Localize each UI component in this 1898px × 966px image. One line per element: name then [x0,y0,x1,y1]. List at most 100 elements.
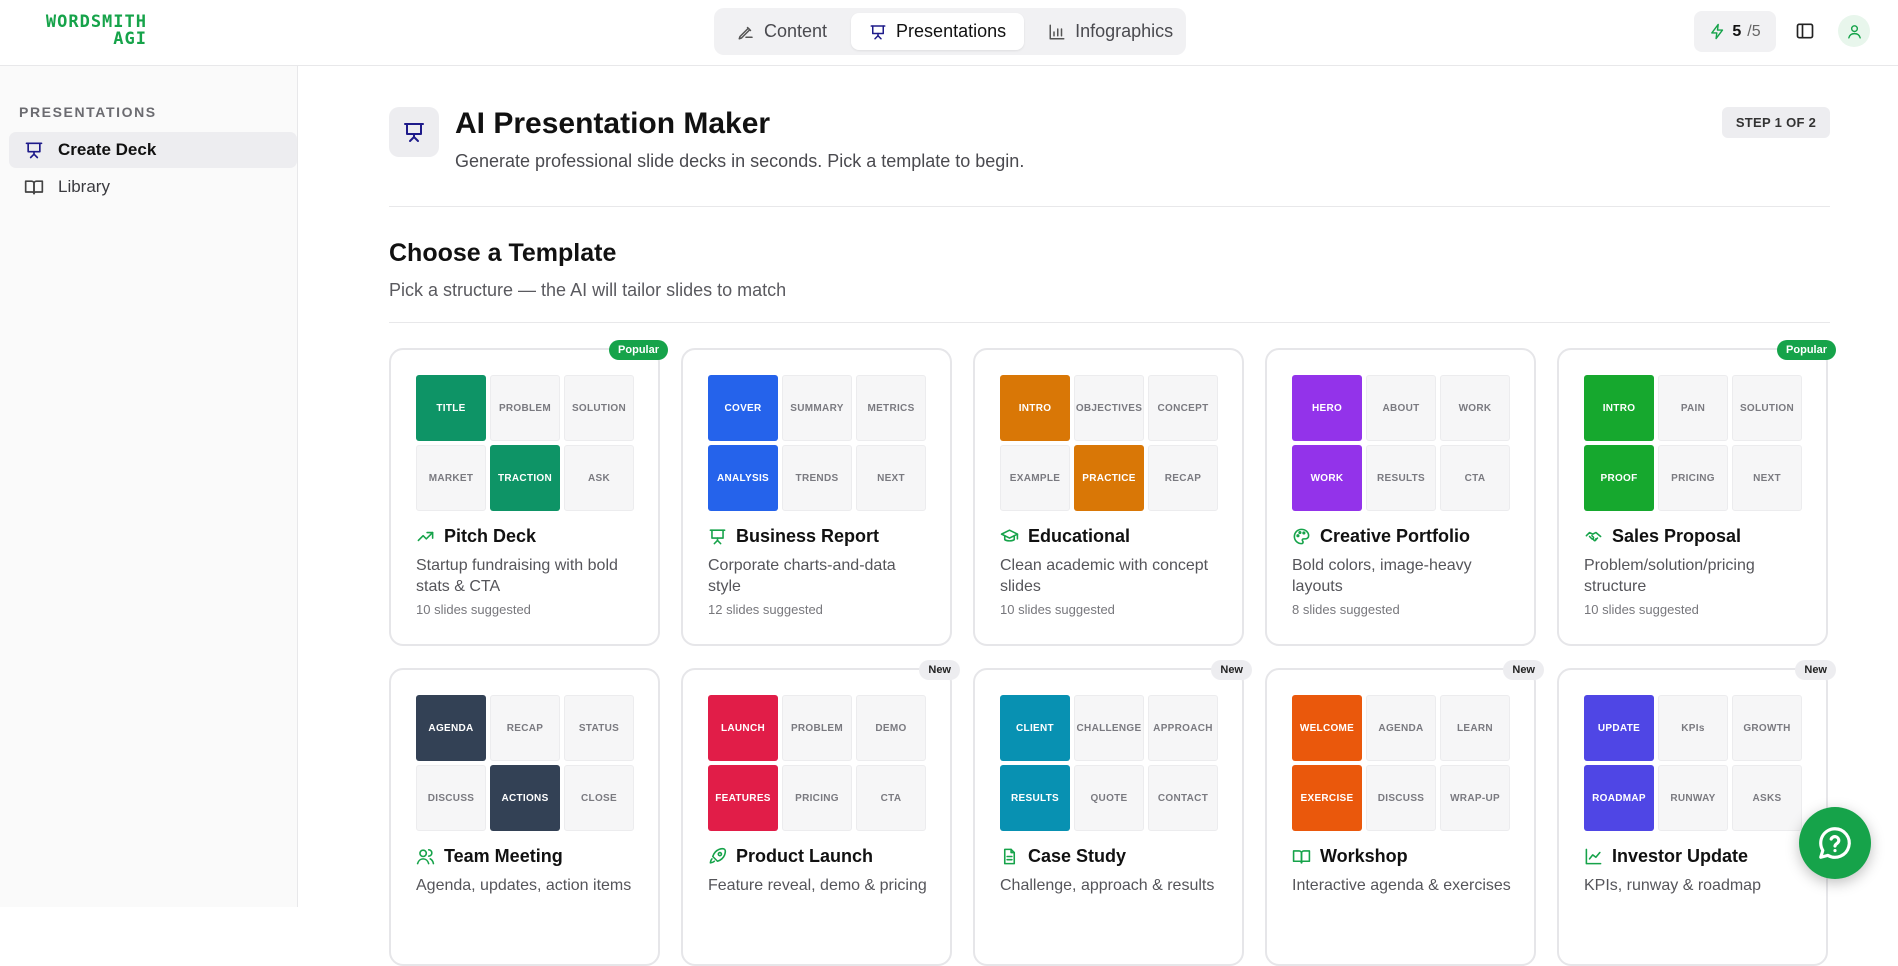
preview-slide-cell: SUMMARY [782,375,852,441]
preview-slide-cell: UPDATE [1584,695,1654,761]
sidebar-panel-icon [1796,23,1814,39]
preview-slide-cell: GROWTH [1732,695,1802,761]
template-card[interactable]: Popular TITLE PROBLEM SOLUTION MARKET TRACTIO… [389,340,668,646]
template-description: Agenda, updates, action items [416,877,632,894]
trending-up-icon [417,531,434,542]
credits-badge[interactable]: 5 /5 [1694,11,1776,52]
template-name: Educational [1028,526,1131,546]
template-preview-grid: TITLE PROBLEM SOLUTION MARKET TRACTION ASK [416,375,635,511]
preview-slide-cell: CONTACT [1148,765,1218,831]
template-title: Sales Proposal [1584,526,1741,547]
template-card[interactable]: INTRO OBJECTIVES CONCEPT EXAMPLE PRACTICE REC… [973,348,1244,646]
preview-slide-cell: ASK [564,445,634,511]
book-icon [1292,850,1311,864]
section-title: Choose a Template [389,239,617,267]
template-slide-count: 12 slides suggested [708,602,823,617]
template-card[interactable]: New LAUNCH PROBLEM DEMO FEATURES PRICING CTA Pr… [681,660,960,966]
preview-slide-cell: TITLE [416,375,486,441]
preview-slide-cell: CHALLENGE [1074,695,1144,761]
template-title: Business Report [708,526,879,547]
tab-label: Presentations [896,21,1007,41]
header-icon-box [389,107,439,157]
preview-slide-cell: RECAP [1148,445,1218,511]
template-card[interactable]: HERO ABOUT WORK WORK RESULTS CTA Creative Port… [1265,348,1536,646]
toggle-sidebar-button[interactable] [1792,18,1818,44]
preview-slide-cell: SOLUTION [564,375,634,441]
preview-slide-cell: ACTIONS [490,765,560,831]
template-card[interactable]: COVER SUMMARY METRICS ANALYSIS TRENDS NEXT Bus… [681,348,952,646]
help-chat-icon [1819,827,1851,859]
template-description: Corporate charts-and-data style [708,557,896,595]
template-preview-grid: UPDATE KPIs GROWTH ROADMAP RUNWAY ASKS [1584,695,1803,831]
divider [389,206,1830,207]
tab-label: Content [764,21,828,41]
template-badge: New [1503,660,1544,680]
presentation-icon [870,24,886,39]
bar-chart-icon [1049,24,1065,39]
handshake-icon [1585,531,1602,542]
preview-slide-cell: PRACTICE [1074,445,1144,511]
template-card[interactable]: New UPDATE KPIs GROWTH ROADMAP RUNWAY ASKS Inve… [1557,660,1836,966]
divider [389,322,1830,323]
page-subtitle: Generate professional slide decks in sec… [455,151,1025,171]
template-card[interactable]: New WELCOME AGENDA LEARN EXERCISE DISCUSS WRAP… [1265,660,1544,966]
preview-slide-cell: ABOUT [1366,375,1436,441]
template-name: Creative Portfolio [1320,526,1471,546]
brand-line2: AGI [113,29,147,49]
preview-slide-cell: TRACTION [490,445,560,511]
template-card[interactable]: AGENDA RECAP STATUS DISCUSS ACTIONS CLOSE Team… [389,668,660,966]
template-badge: New [1211,660,1252,680]
sidebar-item-library[interactable]: Library [9,169,297,205]
template-name: Product Launch [736,846,874,866]
preview-slide-cell: WRAP-UP [1440,765,1510,831]
brand-logo[interactable]: WORDSMITH AGI [27,14,147,48]
page-title: AI Presentation Maker [455,107,771,140]
sidebar-title: PRESENTATIONS [19,104,157,120]
template-card[interactable]: New CLIENT CHALLENGE APPROACH RESULTS QUOTE CO… [973,660,1252,966]
preview-slide-cell: APPROACH [1148,695,1218,761]
template-title: Workshop [1292,846,1408,867]
template-preview-grid: LAUNCH PROBLEM DEMO FEATURES PRICING CTA [708,695,927,831]
sidebar: PRESENTATIONS Create Deck Library [0,66,298,907]
credits-total: /5 [1747,22,1761,40]
user-avatar[interactable] [1838,15,1870,47]
template-slide-count: 10 slides suggested [1000,602,1115,617]
preview-slide-cell: AGENDA [1366,695,1436,761]
preview-slide-cell: LAUNCH [708,695,778,761]
preview-slide-cell: DEMO [856,695,926,761]
template-name: Sales Proposal [1612,526,1742,546]
template-title: Product Launch [708,846,873,867]
template-preview-grid: HERO ABOUT WORK WORK RESULTS CTA [1292,375,1511,511]
tab-presentations[interactable]: Presentations [851,13,1025,50]
template-description: Bold colors, image-heavy layouts [1292,557,1472,595]
main-tabs: Content Presentations Infographics [714,8,1186,55]
preview-slide-cell: CLIENT [1000,695,1070,761]
tab-content[interactable]: Content [719,13,845,50]
template-description: Problem/solution/pricing structure [1584,557,1755,595]
preview-slide-cell: WELCOME [1292,695,1362,761]
template-preview-grid: WELCOME AGENDA LEARN EXERCISE DISCUSS WRAP-UP [1292,695,1511,831]
template-preview-grid: INTRO PAIN SOLUTION PROOF PRICING NEXT [1584,375,1803,511]
preview-slide-cell: PROBLEM [782,695,852,761]
template-title: Case Study [1000,846,1126,867]
pen-icon [738,26,753,39]
palette-icon [1293,528,1310,545]
template-card[interactable]: Popular INTRO PAIN SOLUTION PROOF PRICING NEXT… [1557,340,1836,646]
preview-slide-cell: CTA [856,765,926,831]
preview-slide-cell: ROADMAP [1584,765,1654,831]
help-chat-button[interactable] [1799,807,1871,879]
template-slide-count: 10 slides suggested [1584,602,1699,617]
template-preview-grid: INTRO OBJECTIVES CONCEPT EXAMPLE PRACTICE REC… [1000,375,1219,511]
preview-slide-cell: LEARN [1440,695,1510,761]
template-badge: Popular [1777,340,1836,360]
tab-label: Infographics [1075,21,1174,41]
tab-infographics[interactable]: Infographics [1030,13,1191,50]
sidebar-item-create-deck[interactable]: Create Deck [9,132,297,168]
preview-slide-cell: WORK [1292,445,1362,511]
preview-slide-cell: SOLUTION [1732,375,1802,441]
preview-slide-cell: PAIN [1658,375,1728,441]
preview-slide-cell: NEXT [1732,445,1802,511]
preview-slide-cell: AGENDA [416,695,486,761]
preview-slide-cell: OBJECTIVES [1074,375,1144,441]
template-name: Investor Update [1612,846,1749,866]
